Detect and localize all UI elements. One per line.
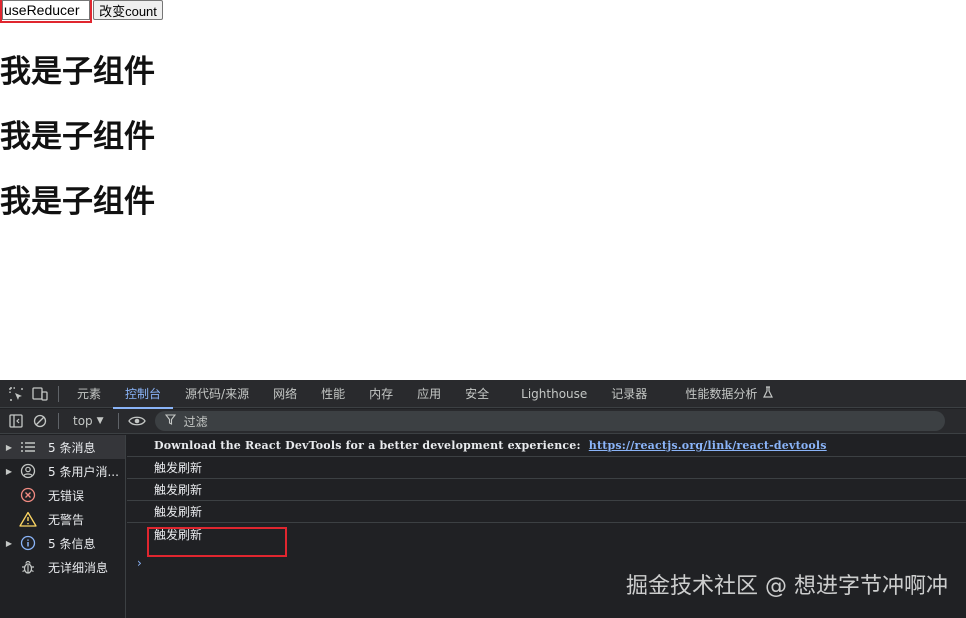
sidebar-toggle-icon[interactable]: [4, 407, 28, 435]
bug-icon: [18, 558, 38, 576]
highlight-box-log: [147, 527, 287, 557]
expand-arrow-icon[interactable]: ▶: [0, 539, 18, 548]
change-count-button[interactable]: 改变count: [93, 0, 163, 20]
toolbar-divider: [58, 413, 59, 429]
child-component-heading: 我是子组件: [0, 54, 155, 90]
flask-icon: [763, 386, 774, 401]
tab-performance-insights[interactable]: 性能数据分析: [659, 380, 785, 408]
child-component-heading: 我是子组件: [0, 184, 155, 220]
log-message: 触发刷新: [127, 501, 966, 523]
sidebar-item-errors[interactable]: 无错误: [0, 483, 125, 507]
tab-sources[interactable]: 源代码/来源: [173, 380, 261, 408]
toolbar-divider: [58, 385, 59, 402]
sidebar-item-label: 无详细消息: [48, 560, 109, 575]
tab-console[interactable]: 控制台: [113, 380, 174, 409]
expand-arrow-icon[interactable]: ▶: [0, 443, 18, 452]
console-prompt-icon[interactable]: ›: [137, 556, 142, 570]
tab-security[interactable]: 安全: [453, 380, 501, 408]
console-toolbar: top ▼ 过滤: [0, 409, 966, 434]
expand-arrow-icon[interactable]: ▶: [0, 467, 18, 476]
log-message: 触发刷新: [127, 457, 966, 479]
toolbar-divider: [117, 413, 119, 429]
highlight-box-input: [0, 0, 92, 23]
devtools-tabbar: 元素 控制台 源代码/来源 网络 性能 内存 应用 安全 Lighthouse …: [0, 380, 966, 409]
sidebar-item-info[interactable]: ▶ 5 条信息: [0, 531, 125, 555]
inspect-element-icon[interactable]: [4, 380, 28, 408]
list-icon: [18, 438, 38, 456]
clear-console-icon[interactable]: [28, 407, 52, 435]
watermark: 掘金技术社区 @ 想进字节冲啊冲: [626, 574, 948, 599]
info-icon: [18, 534, 38, 552]
filter-icon: [164, 414, 176, 428]
tab-elements[interactable]: 元素: [65, 380, 113, 408]
page-content: useReducer 改变count 我是子组件 我是子组件 我是子组件: [0, 0, 966, 380]
log-message: 触发刷新: [127, 479, 966, 501]
sidebar-item-label: 无错误: [48, 488, 85, 503]
context-label: top: [73, 414, 93, 428]
tab-network[interactable]: 网络: [261, 380, 309, 408]
warning-icon: [18, 510, 38, 528]
dropdown-arrow-icon: ▼: [96, 416, 104, 426]
filter-input[interactable]: 过滤: [154, 411, 945, 431]
sidebar-item-messages[interactable]: ▶ 5 条消息: [0, 435, 125, 459]
device-toolbar-icon[interactable]: [28, 380, 52, 408]
tab-application[interactable]: 应用: [405, 380, 453, 408]
console-sidebar: ▶ 5 条消息 ▶ 5 条用户消... 无错误 无警告 ▶ 5 条信息 无详细消…: [0, 435, 126, 618]
react-devtools-link[interactable]: https://reactjs.org/link/react-devtools: [589, 439, 827, 452]
tab-lighthouse[interactable]: Lighthouse: [501, 380, 599, 408]
tab-performance[interactable]: 性能: [309, 380, 357, 408]
tab-memory[interactable]: 内存: [357, 380, 405, 408]
tab-performance-insights-label: 性能数据分析: [685, 387, 758, 401]
user-icon: [18, 462, 38, 480]
child-component-heading: 我是子组件: [0, 119, 155, 155]
filter-placeholder: 过滤: [183, 414, 208, 429]
log-text: Download the React DevTools for a better…: [154, 439, 581, 452]
sidebar-item-label: 5 条信息: [48, 536, 96, 551]
sidebar-item-label: 5 条消息: [48, 440, 96, 455]
sidebar-item-label: 5 条用户消...: [48, 464, 119, 479]
tab-recorder[interactable]: 记录器: [599, 380, 659, 408]
sidebar-item-label: 无警告: [48, 512, 85, 527]
context-selector[interactable]: top ▼: [65, 414, 112, 428]
sidebar-item-user-messages[interactable]: ▶ 5 条用户消...: [0, 459, 125, 483]
eye-icon[interactable]: [125, 407, 149, 435]
sidebar-item-verbose[interactable]: 无详细消息: [0, 555, 125, 579]
devtools-panel: 元素 控制台 源代码/来源 网络 性能 内存 应用 安全 Lighthouse …: [0, 380, 966, 618]
error-icon: [18, 486, 38, 504]
sidebar-item-warnings[interactable]: 无警告: [0, 507, 125, 531]
log-message-react-devtools: Download the React DevTools for a better…: [127, 435, 966, 457]
